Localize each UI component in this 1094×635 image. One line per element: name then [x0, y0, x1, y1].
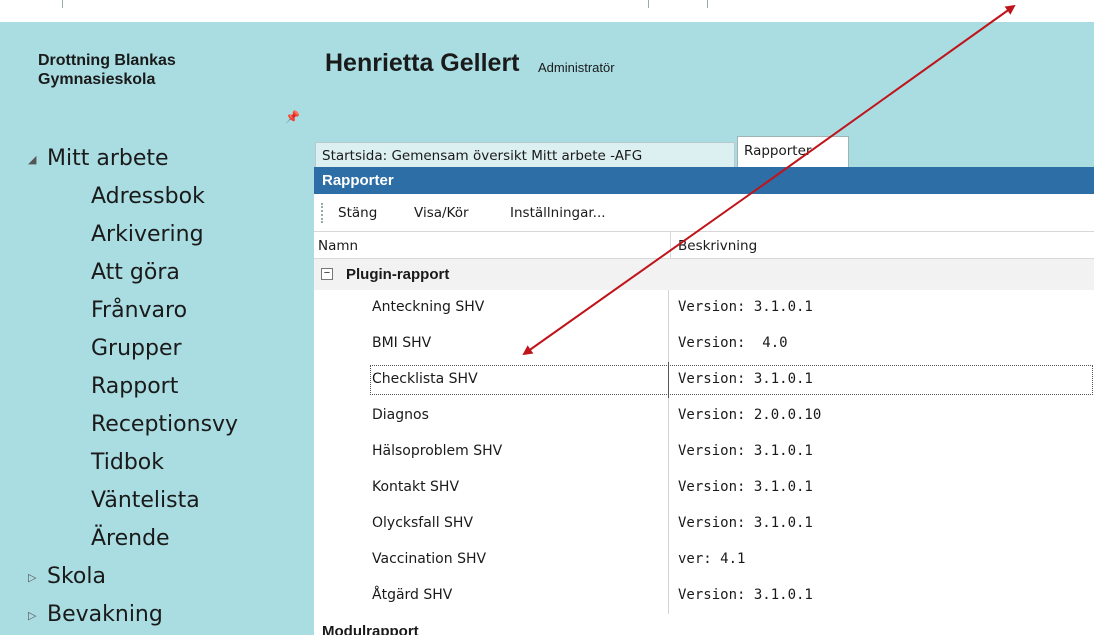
sidebar-item-tidbok[interactable]: Tidbok [91, 450, 164, 475]
panel-title: Rapporter [314, 167, 1094, 194]
collapsed-triangle-icon[interactable]: ▷ [28, 571, 40, 584]
sidebar-item-vantelista[interactable]: Väntelista [91, 488, 200, 513]
reports-panel: Rapporter Stäng Visa/Kör Inställningar..… [314, 167, 1094, 635]
column-header-description[interactable]: Beskrivning [671, 232, 1094, 259]
table-row[interactable]: Kontakt SHV Version: 3.1.0.1 [314, 470, 1094, 506]
column-header-name[interactable]: Namn [314, 232, 671, 259]
column-separator [668, 506, 669, 542]
sidebar-item-label: Mitt arbete [47, 146, 169, 171]
table-row-selected[interactable]: Checklista SHV Version: 3.1.0.1 [314, 362, 1094, 398]
user-role: Administratör [538, 60, 615, 75]
group-row-plugin-rapport[interactable]: − Plugin-rapport [314, 259, 1094, 290]
table-row[interactable]: BMI SHV Version: 4.0 [314, 326, 1094, 362]
report-description: Version: 3.1.0.1 [678, 443, 813, 459]
sidebar-item-grupper[interactable]: Grupper [91, 336, 182, 361]
report-description: ver: 4.1 [678, 551, 746, 567]
sidebar-item-rapport[interactable]: Rapport [91, 374, 178, 399]
sidebar-item-att-gora[interactable]: Att göra [91, 260, 180, 285]
report-description: Version: 3.1.0.1 [678, 515, 813, 531]
report-name: Checklista SHV [372, 371, 478, 387]
column-separator [668, 362, 669, 398]
report-name: BMI SHV [372, 335, 432, 351]
divider [648, 0, 649, 8]
column-separator [668, 398, 669, 434]
report-description: Version: 4.0 [678, 335, 788, 351]
table-row[interactable]: Diagnos Version: 2.0.0.10 [314, 398, 1094, 434]
report-description: Version: 3.1.0.1 [678, 587, 813, 603]
column-separator [668, 290, 669, 326]
user-name: Henrietta Gellert [325, 49, 520, 77]
table-row[interactable]: Olycksfall SHV Version: 3.1.0.1 [314, 506, 1094, 542]
close-button[interactable]: Stäng [338, 205, 377, 221]
sidebar-item-franvaro[interactable]: Frånvaro [91, 298, 187, 323]
column-separator [668, 326, 669, 362]
table-row[interactable]: Anteckning SHV Version: 3.1.0.1 [314, 290, 1094, 326]
toolbar-grip-handle[interactable] [321, 203, 323, 223]
column-separator [668, 434, 669, 470]
collapse-icon[interactable]: − [321, 268, 333, 280]
report-name: Hälsoproblem SHV [372, 443, 503, 459]
report-description: Version: 3.1.0.1 [678, 299, 813, 315]
expanded-triangle-icon[interactable]: ◢ [28, 153, 40, 166]
divider [62, 0, 63, 8]
report-description: Version: 3.1.0.1 [678, 479, 813, 495]
sidebar-item-arende[interactable]: Ärende [91, 526, 170, 551]
sidebar-item-label: Bevakning [47, 602, 163, 627]
table-row[interactable]: Vaccination SHV ver: 4.1 [314, 542, 1094, 578]
tab-rapporter[interactable]: Rapporter [737, 136, 849, 168]
toolbar: Stäng Visa/Kör Inställningar... [314, 194, 1094, 232]
group-row-modulrapport[interactable]: Modulrapport [314, 616, 1094, 635]
column-separator [668, 578, 669, 614]
top-cropped-strip [0, 0, 1094, 22]
sidebar-item-adressbok[interactable]: Adressbok [91, 184, 205, 209]
pin-icon[interactable]: 📌 [285, 110, 300, 124]
report-name: Åtgärd SHV [372, 587, 453, 603]
divider [707, 0, 708, 8]
tab-startsida[interactable]: Startsida: Gemensam översikt Mitt arbete… [315, 142, 735, 168]
report-name: Kontakt SHV [372, 479, 460, 495]
group-label: Plugin-rapport [346, 266, 450, 283]
report-description: Version: 2.0.0.10 [678, 407, 822, 423]
school-name: Drottning Blankas Gymnasieskola [38, 52, 176, 88]
report-description: Version: 3.1.0.1 [678, 371, 813, 387]
collapsed-triangle-icon[interactable]: ▷ [28, 609, 40, 622]
sidebar-item-label: Skola [47, 564, 106, 589]
column-separator [668, 470, 669, 506]
sidebar-item-receptionsvy[interactable]: Receptionsvy [91, 412, 238, 437]
report-name: Diagnos [372, 407, 429, 423]
sidebar-item-mitt-arbete[interactable]: ◢ Mitt arbete [28, 146, 169, 171]
report-name: Anteckning SHV [372, 299, 485, 315]
table-row[interactable]: Hälsoproblem SHV Version: 3.1.0.1 [314, 434, 1094, 470]
application-window: Drottning Blankas Gymnasieskola 📌 Henrie… [0, 22, 1094, 635]
view-run-button[interactable]: Visa/Kör [414, 205, 469, 221]
table-row[interactable]: Åtgärd SHV Version: 3.1.0.1 [314, 578, 1094, 614]
report-name: Vaccination SHV [372, 551, 487, 567]
group-label: Modulrapport [322, 623, 419, 635]
sidebar-item-skola[interactable]: ▷ Skola [28, 564, 106, 589]
sidebar-item-bevakning[interactable]: ▷ Bevakning [28, 602, 163, 627]
report-name: Olycksfall SHV [372, 515, 474, 531]
sidebar-item-arkivering[interactable]: Arkivering [91, 222, 204, 247]
settings-button[interactable]: Inställningar... [510, 205, 606, 221]
column-separator [668, 542, 669, 578]
